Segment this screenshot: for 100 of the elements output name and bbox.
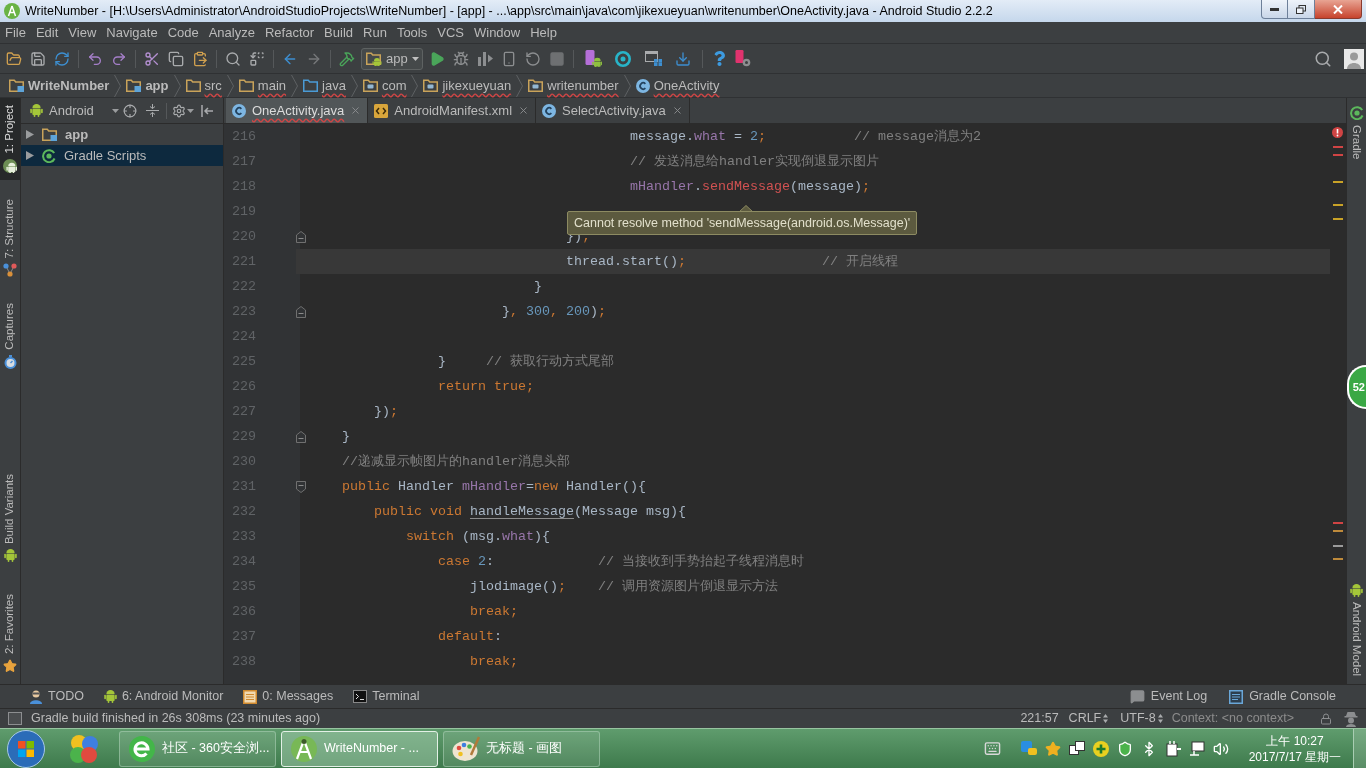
tool-window-button[interactable]: 0: Messages [243,685,334,708]
paste-icon[interactable] [192,50,208,67]
collapse-all-icon[interactable] [145,104,159,117]
download-icon[interactable] [675,50,691,67]
tree-row[interactable]: Gradle Scripts [21,145,223,166]
redo-icon[interactable] [111,50,127,67]
replace-icon[interactable] [249,50,265,67]
taskbar-button[interactable]: 社区 - 360安全浏... [119,730,276,767]
speaker-icon[interactable] [1213,740,1229,757]
overlapping-tiles-icon[interactable] [1021,740,1037,757]
cut-icon[interactable] [144,50,160,67]
expand-arrow-icon[interactable] [26,151,34,160]
tool-window-tab[interactable]: Android Model [1347,583,1366,676]
breadcrumb-item[interactable]: com [357,74,412,97]
ring-icon[interactable] [615,50,631,67]
phone-android-icon[interactable] [584,50,602,67]
phone-circle-icon[interactable] [735,50,751,67]
hammer-icon[interactable] [339,50,355,67]
error-indicator-icon[interactable] [1332,127,1343,138]
network-icon[interactable] [1189,740,1205,757]
restore-button[interactable] [1288,0,1315,19]
stop-icon[interactable] [549,50,565,67]
menu-item[interactable]: VCS [432,22,469,43]
menu-item[interactable]: Code [162,22,204,43]
square-frame-icon[interactable] [8,712,22,725]
tool-window-tab[interactable]: Gradle [1347,106,1366,160]
star-icon[interactable] [1045,740,1061,757]
breadcrumb-item[interactable]: src [180,74,227,97]
undo-icon[interactable] [87,50,103,67]
expand-arrow-icon[interactable] [26,130,34,139]
overlapping-squares-icon[interactable] [1069,740,1085,757]
breadcrumb-item[interactable]: main [233,74,292,97]
fold-marker-icon[interactable] [296,430,306,443]
keyboard-icon[interactable] [984,740,1001,757]
tool-window-button[interactable]: Event Log [1129,685,1208,708]
settings-icon[interactable] [172,103,186,118]
menu-item[interactable]: Analyze [203,22,260,43]
editor-tab[interactable]: OneActivity.java [226,98,369,123]
menu-item[interactable]: Navigate [101,22,163,43]
close-icon[interactable] [671,105,683,116]
menu-item[interactable]: Refactor [259,22,320,43]
taskbar-button[interactable]: 无标题 - 画图 [443,730,600,767]
tool-window-tab[interactable]: 2: Favorites [0,586,20,680]
sync-icon[interactable] [54,50,70,67]
bars-arrow-icon[interactable] [477,51,493,66]
editor-tab[interactable]: AndroidManifest.xml [368,98,537,123]
user-icon[interactable] [1344,48,1364,69]
plus-circle-icon[interactable] [1093,740,1109,757]
menu-item[interactable]: File [0,22,31,43]
run-icon[interactable] [429,50,445,67]
tool-window-button[interactable]: Terminal [353,685,420,708]
tool-window-tab[interactable]: Build Variants [0,466,20,569]
fold-marker-icon[interactable] [296,230,306,243]
run-config-dropdown[interactable]: app [361,47,423,70]
tool-window-tab[interactable]: 7: Structure [0,191,20,285]
menu-item[interactable]: Help [525,22,562,43]
minimize-button[interactable] [1261,0,1288,19]
menu-item[interactable]: Window [468,22,526,43]
folder-icon[interactable] [6,50,22,67]
hide-panel-icon[interactable] [200,104,214,117]
close-icon[interactable] [518,105,530,116]
crosshair-icon[interactable] [123,103,137,118]
rerun-icon[interactable] [525,50,541,67]
window-blocks-icon[interactable] [644,51,662,66]
search-icon[interactable] [1314,49,1332,68]
phone-icon[interactable] [501,50,517,67]
breadcrumb-item[interactable]: OneActivity [630,74,725,97]
tree-row[interactable]: app [21,124,223,145]
close-icon[interactable] [350,105,362,116]
start-orb-icon[interactable] [7,729,45,768]
close-button[interactable] [1315,0,1362,19]
project-view-dropdown[interactable]: Android [30,100,119,121]
editor-tab[interactable]: SelectActivity.java [536,98,690,123]
breadcrumb-item[interactable]: java [298,74,351,97]
fold-marker-icon[interactable] [296,480,306,493]
copy-icon[interactable] [168,50,184,67]
breadcrumb-item[interactable]: jikexueyuan [418,74,517,97]
breadcrumb-item[interactable]: WriteNumber [4,74,115,97]
menu-item[interactable]: Run [358,22,392,43]
menu-item[interactable]: View [63,22,102,43]
line-separator[interactable]: CRLF [1068,709,1102,728]
show-desktop-button[interactable] [1353,729,1366,768]
search-icon[interactable] [225,50,241,67]
hat-person-icon[interactable] [1344,710,1358,727]
breadcrumb-item[interactable]: writenumber [523,74,624,97]
tool-window-button[interactable]: TODO [29,685,84,708]
lock-icon[interactable] [1320,712,1332,725]
tool-window-tab[interactable]: Captures [0,296,20,376]
breadcrumb-item[interactable]: app [121,74,174,97]
tool-window-button[interactable]: Gradle Console [1229,685,1336,708]
caret-position[interactable]: 221:57 [1020,709,1059,728]
menu-item[interactable]: Build [319,22,358,43]
context-label[interactable]: Context: <no context> [1171,709,1294,728]
menu-item[interactable]: Tools [391,22,433,43]
debug-icon[interactable] [453,50,469,67]
plug-icon[interactable] [1165,740,1181,757]
fold-marker-icon[interactable] [296,305,306,318]
file-encoding[interactable]: UTF-8 [1120,709,1156,728]
menu-item[interactable]: Edit [30,22,64,43]
tool-window-button[interactable]: 6: Android Monitor [103,685,224,708]
